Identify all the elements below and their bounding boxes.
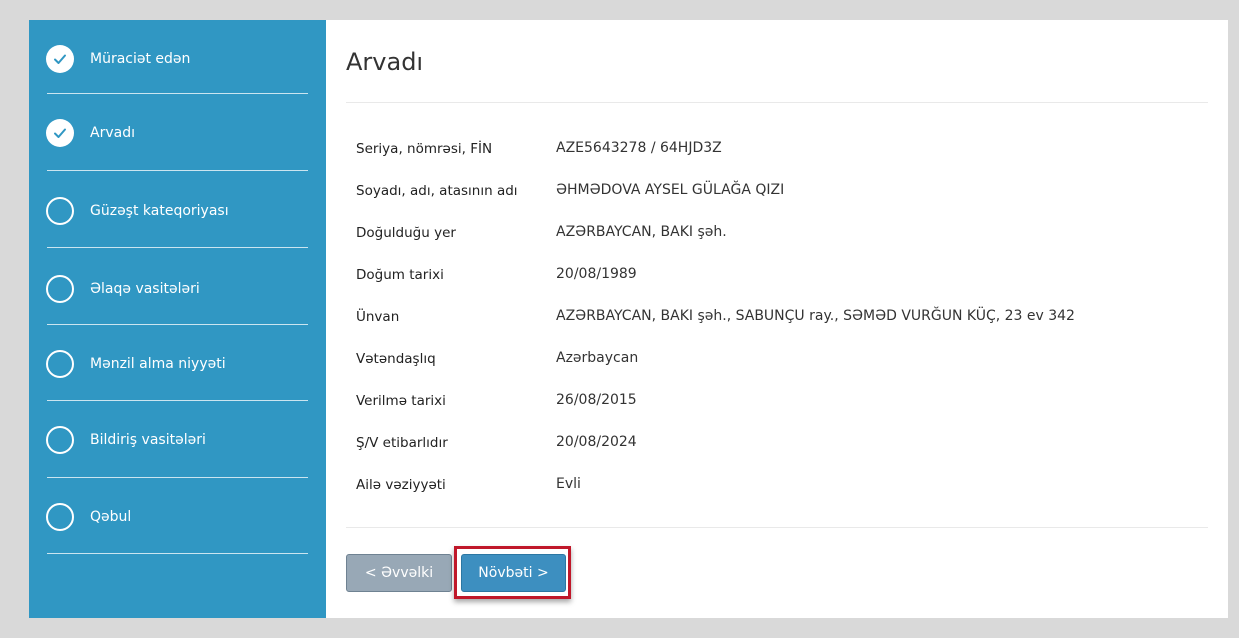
- wizard-steps-sidebar: Müraciət edən Arvadı Güzəşt kateqoriyası…: [29, 20, 326, 618]
- header-divider: [346, 102, 1208, 103]
- step-elaqe-vasiteleri[interactable]: Əlaqə vasitələri: [29, 250, 326, 328]
- field-label: Ş/V etibarlıdır: [356, 435, 448, 451]
- field-row-fin: Seriya, nömrəsi, FİN AZE5643278 / 64HJD3…: [326, 137, 1228, 163]
- field-row-full-name: Soyadı, adı, atasının adı ƏHMƏDOVA AYSEL…: [326, 179, 1228, 205]
- check-icon: [46, 45, 74, 73]
- step-qebul[interactable]: Qəbul: [29, 478, 326, 556]
- step-divider: [47, 247, 308, 248]
- step-bildiris-vasiteleri[interactable]: Bildiriş vasitələri: [29, 401, 326, 479]
- empty-circle-icon: [46, 275, 74, 303]
- step-label: Qəbul: [90, 509, 132, 525]
- step-divider: [47, 553, 308, 554]
- step-guzest-kateqoriyasi[interactable]: Güzəşt kateqoriyası: [29, 172, 326, 250]
- check-icon: [46, 119, 74, 147]
- field-value: AZƏRBAYCAN, BAKI şəh., SABUNÇU ray., SƏM…: [556, 308, 1075, 324]
- empty-circle-icon: [46, 426, 74, 454]
- field-label: Soyadı, adı, atasının adı: [356, 183, 518, 199]
- step-label: Bildiriş vasitələri: [90, 432, 206, 448]
- empty-circle-icon: [46, 350, 74, 378]
- field-row-citizenship: Vətəndaşlıq Azərbaycan: [326, 347, 1228, 373]
- field-value: ƏHMƏDOVA AYSEL GÜLAĞA QIZI: [556, 182, 785, 198]
- step-label: Arvadı: [90, 125, 135, 141]
- field-value: 20/08/2024: [556, 434, 637, 450]
- field-value: Azərbaycan: [556, 350, 639, 366]
- field-row-birthdate: Doğum tarixi 20/08/1989: [326, 263, 1228, 289]
- field-label: Seriya, nömrəsi, FİN: [356, 141, 493, 157]
- field-row-valid-until: Ş/V etibarlıdır 20/08/2024: [326, 431, 1228, 457]
- field-value: 20/08/1989: [556, 266, 637, 282]
- step-label: Mənzil alma niyyəti: [90, 356, 226, 372]
- field-label: Verilmə tarixi: [356, 393, 446, 409]
- step-muraciet-eden[interactable]: Müraciət edən: [29, 20, 326, 98]
- field-row-marital-status: Ailə vəziyyəti Evli: [326, 473, 1228, 499]
- field-row-address: Ünvan AZƏRBAYCAN, BAKI şəh., SABUNÇU ray…: [326, 305, 1228, 331]
- step-arvadi[interactable]: Arvadı: [29, 94, 326, 172]
- field-value: AZE5643278 / 64HJD3Z: [556, 140, 722, 156]
- field-label: Vətəndaşlıq: [356, 351, 436, 367]
- field-label: Ailə vəziyyəti: [356, 477, 446, 493]
- step-label: Güzəşt kateqoriyası: [90, 203, 229, 219]
- step-label: Əlaqə vasitələri: [90, 281, 200, 297]
- main-content: Arvadı Seriya, nömrəsi, FİN AZE5643278 /…: [326, 20, 1228, 618]
- field-label: Doğum tarixi: [356, 267, 444, 283]
- next-button[interactable]: Növbəti >: [461, 554, 566, 592]
- field-value: Evli: [556, 476, 581, 492]
- field-value: 26/08/2015: [556, 392, 637, 408]
- footer-divider: [346, 527, 1208, 528]
- field-label: Ünvan: [356, 309, 400, 325]
- field-row-issue-date: Verilmə tarixi 26/08/2015: [326, 389, 1228, 415]
- step-menzil-alma-niyyeti[interactable]: Mənzil alma niyyəti: [29, 325, 326, 403]
- page-title: Arvadı: [346, 48, 424, 76]
- field-row-birthplace: Doğulduğu yer AZƏRBAYCAN, BAKI şəh.: [326, 221, 1228, 247]
- previous-button[interactable]: < Əvvəlki: [346, 554, 452, 592]
- field-value: AZƏRBAYCAN, BAKI şəh.: [556, 224, 727, 240]
- empty-circle-icon: [46, 503, 74, 531]
- empty-circle-icon: [46, 197, 74, 225]
- application-frame: Müraciət edən Arvadı Güzəşt kateqoriyası…: [29, 20, 1228, 618]
- step-divider: [47, 170, 308, 171]
- step-label: Müraciət edən: [90, 51, 191, 67]
- field-label: Doğulduğu yer: [356, 225, 456, 241]
